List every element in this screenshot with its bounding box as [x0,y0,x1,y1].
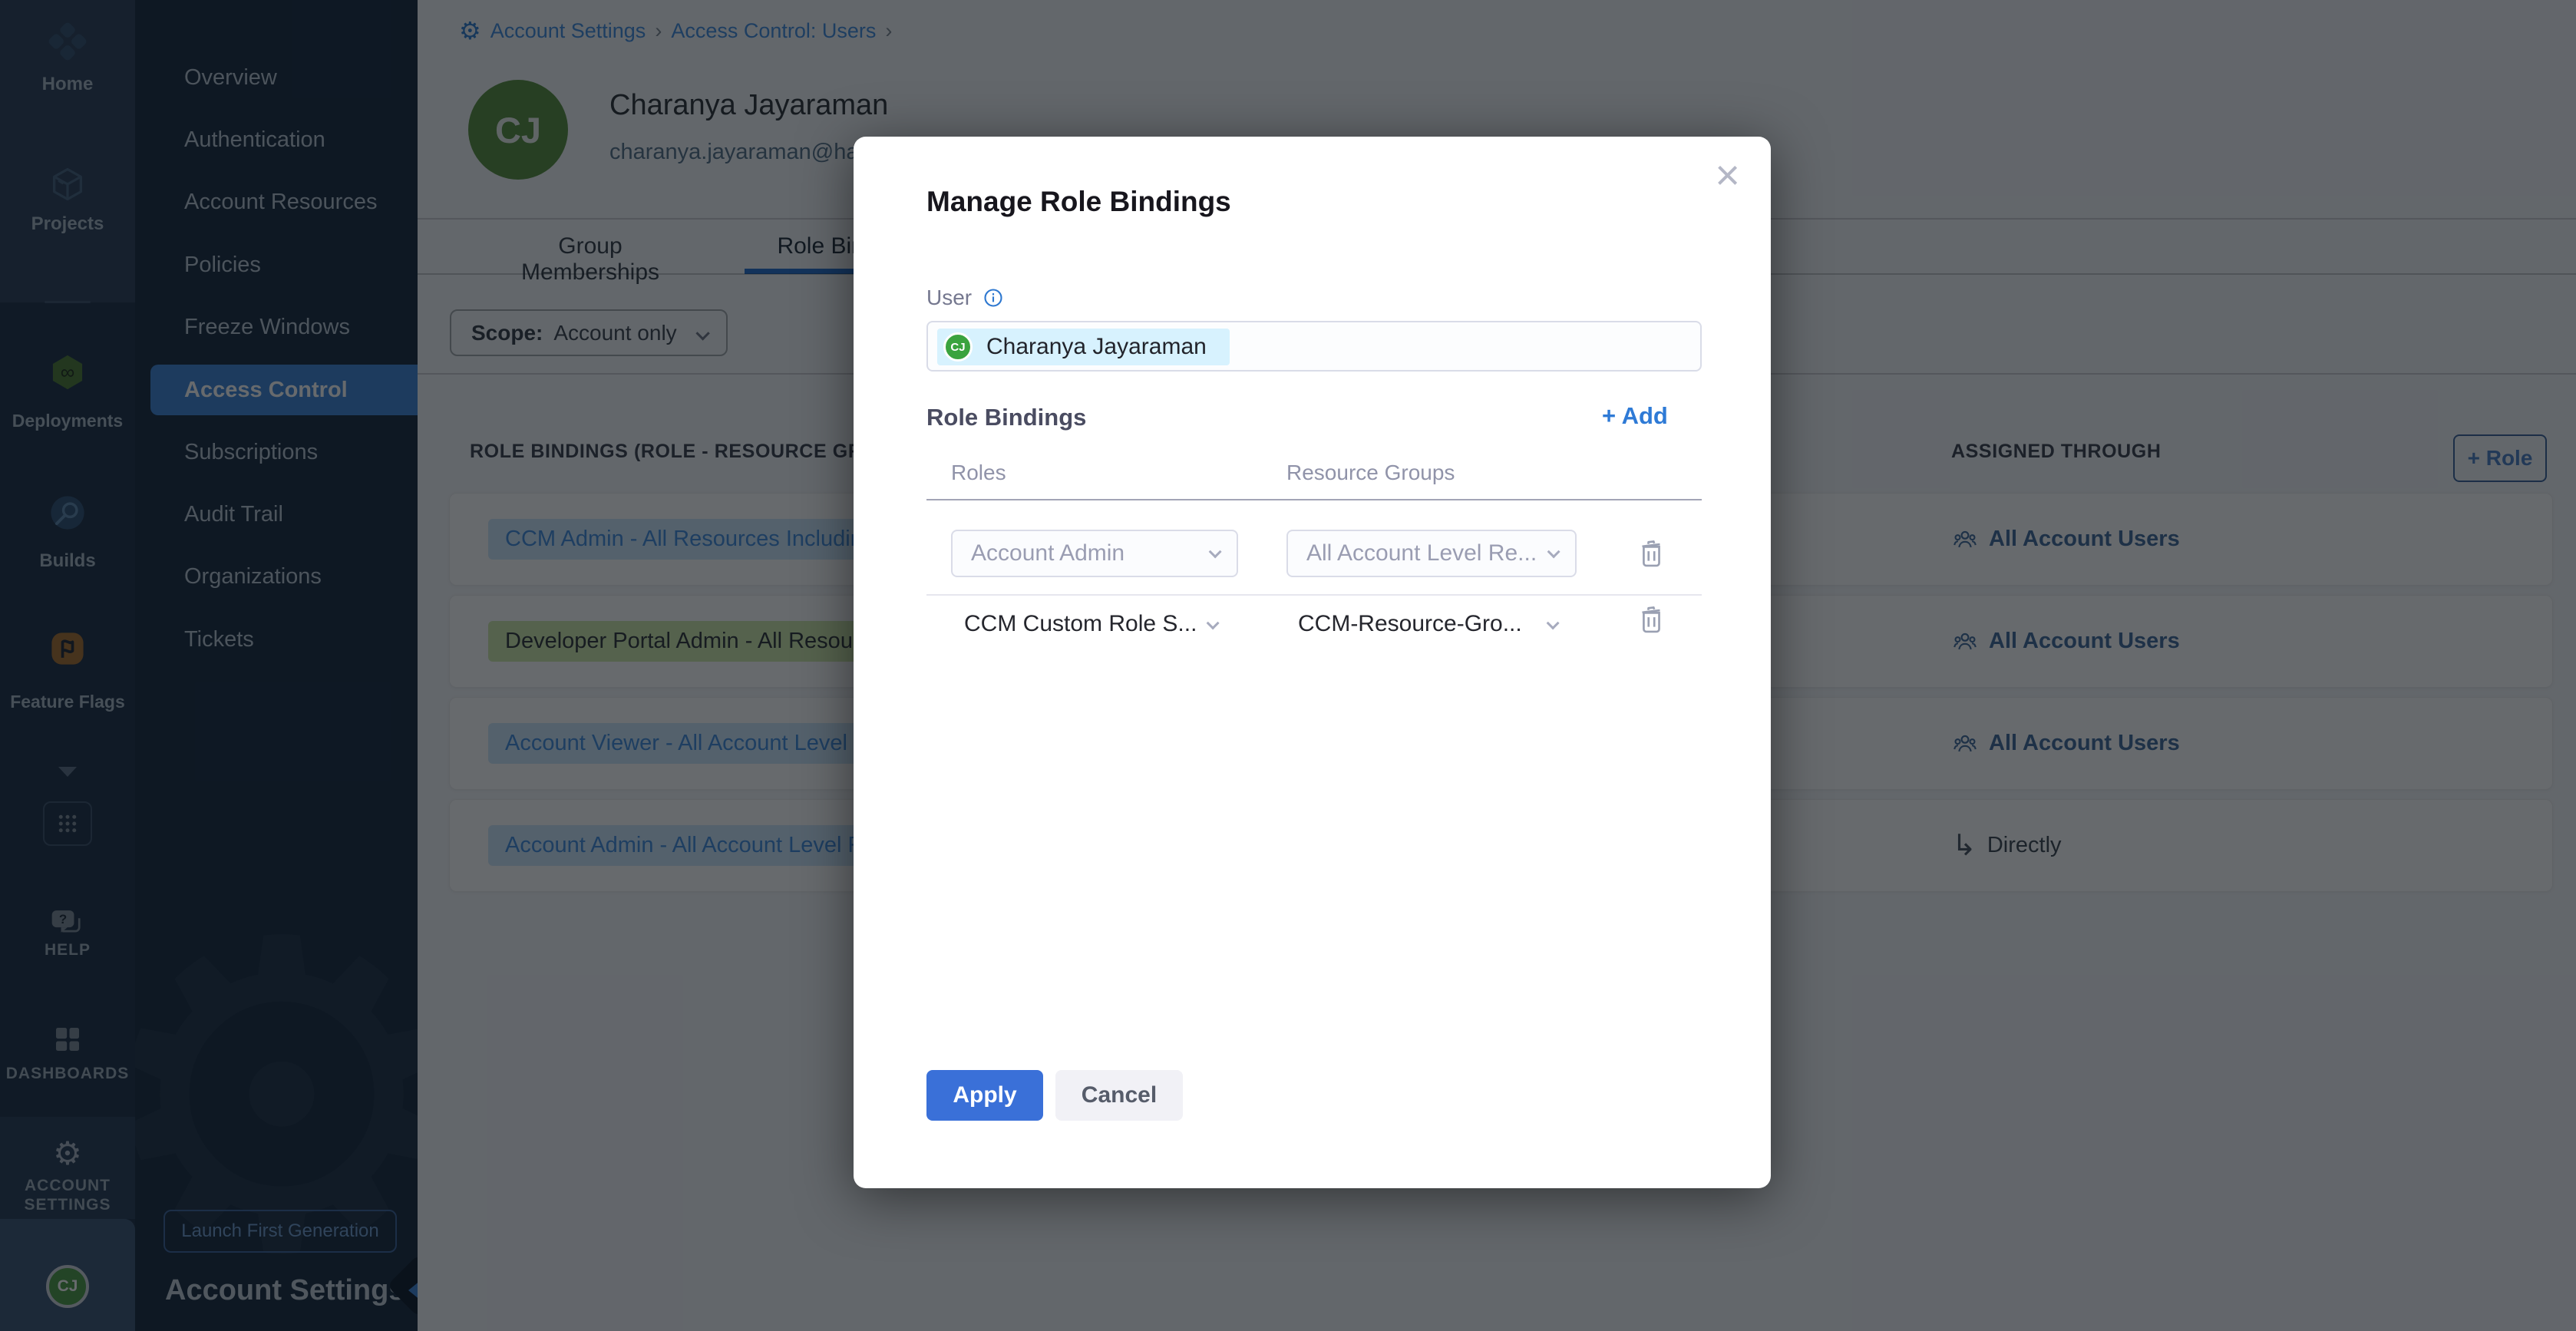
cancel-button[interactable]: Cancel [1055,1070,1183,1121]
user-chip-avatar: CJ [943,332,973,362]
chevron-down-icon[interactable] [1207,616,1220,629]
resource-group-select[interactable]: All Account Level Re... [1286,530,1577,577]
role-select-value[interactable]: CCM Custom Role S... [964,611,1197,637]
user-chip[interactable]: CJ Charanya Jayaraman [937,329,1230,365]
user-field-label: User [926,286,972,310]
role-select[interactable]: Account Admin [951,530,1238,577]
resource-group-select-value: All Account Level Re... [1306,540,1547,566]
modal-title: Manage Role Bindings [926,186,1231,218]
user-chip-name: Charanya Jayaraman [986,334,1207,360]
delete-role-binding-icon[interactable] [1633,536,1669,571]
chevron-down-icon[interactable] [1547,616,1560,629]
chevron-down-icon [1209,545,1222,558]
apply-button[interactable]: Apply [926,1070,1043,1121]
delete-role-binding-icon[interactable] [1633,602,1669,637]
role-bindings-heading: Role Bindings [926,404,1086,431]
modal-column-roles: Roles [951,461,1006,485]
user-input[interactable]: CJ Charanya Jayaraman [926,321,1702,372]
modal-row-divider [926,594,1702,596]
chevron-down-icon [1547,545,1560,558]
user-field-label-row: User [926,286,1004,310]
modal-table-header-divider [926,499,1702,500]
add-role-binding-link[interactable]: + Add [1602,402,1668,430]
resource-group-select-value[interactable]: CCM-Resource-Gro... [1298,611,1522,637]
role-select-value: Account Admin [971,540,1209,566]
manage-role-bindings-modal: × Manage Role Bindings User CJ Charanya … [854,137,1771,1188]
app-root: Home Projects ∞ Deployments Builds Featu… [0,0,2576,1331]
close-icon[interactable]: × [1715,154,1740,197]
info-icon[interactable] [983,287,1004,309]
modal-column-resource-groups: Resource Groups [1286,461,1455,485]
